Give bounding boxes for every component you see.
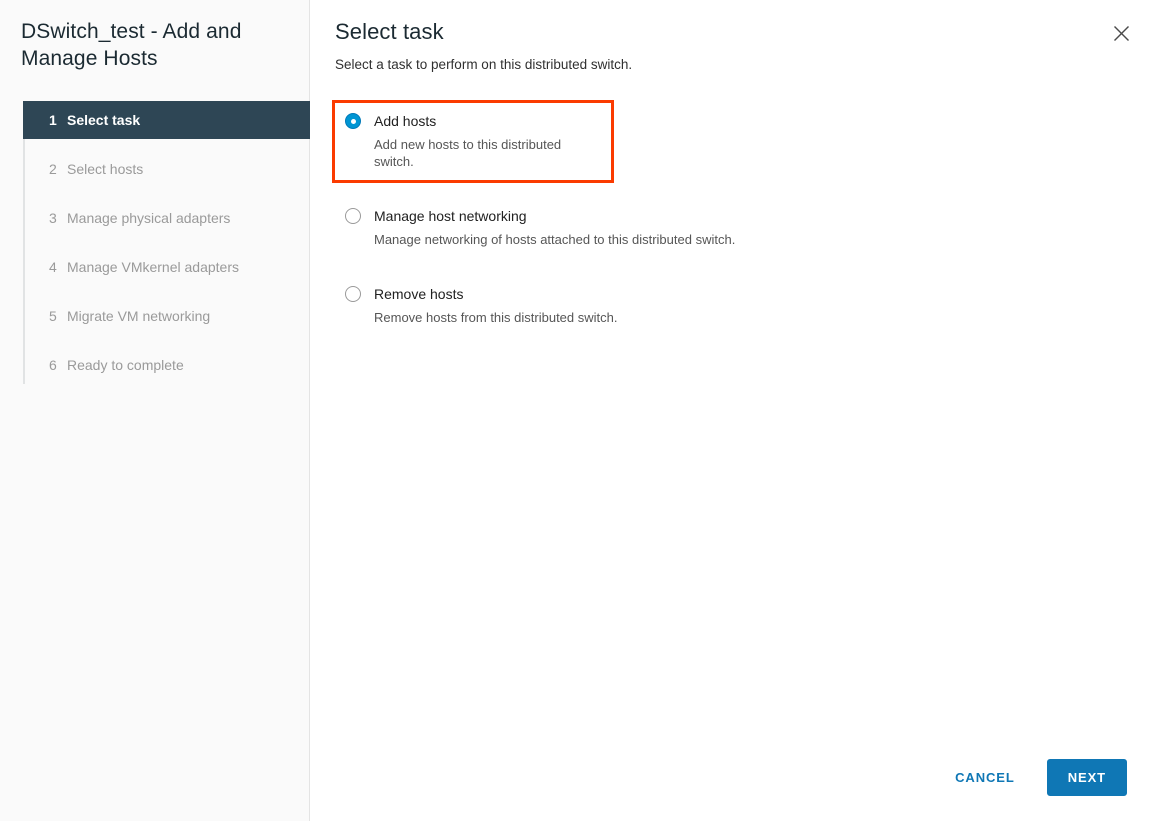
step-label: Select task — [67, 112, 140, 128]
option-add-hosts[interactable]: Add hosts Add new hosts to this distribu… — [332, 100, 614, 183]
option-description: Manage networking of hosts attached to t… — [374, 231, 1022, 248]
close-icon[interactable] — [1107, 19, 1135, 47]
step-label: Ready to complete — [67, 357, 184, 373]
task-options-group: Add hosts Add new hosts to this distribu… — [335, 100, 1035, 339]
step-number: 3 — [49, 210, 67, 226]
option-manage-host-networking-row[interactable]: Manage host networking — [345, 207, 1022, 225]
option-description: Remove hosts from this distributed switc… — [374, 309, 1022, 326]
step-number: 6 — [49, 357, 67, 373]
sidebar-step-migrate-vm-networking[interactable]: 5 Migrate VM networking — [25, 297, 310, 335]
wizard-content: Select task Select a task to perform on … — [310, 0, 1150, 821]
wizard-title: DSwitch_test - Add and Manage Hosts — [21, 18, 289, 72]
radio-manage-host-networking[interactable] — [345, 208, 361, 224]
step-label: Select hosts — [67, 161, 143, 177]
sidebar-step-manage-vmkernel-adapters[interactable]: 4 Manage VMkernel adapters — [25, 248, 310, 286]
sidebar-step-select-task[interactable]: 1 Select task — [23, 101, 312, 139]
option-description: Add new hosts to this distributed switch… — [374, 136, 601, 170]
wizard-footer: CANCEL NEXT — [941, 759, 1127, 796]
page-title: Select task — [335, 19, 444, 45]
option-manage-host-networking[interactable]: Manage host networking Manage networking… — [332, 195, 1035, 261]
radio-add-hosts[interactable] — [345, 113, 361, 129]
step-number: 4 — [49, 259, 67, 275]
step-number: 5 — [49, 308, 67, 324]
option-label: Add hosts — [374, 112, 436, 130]
page-subtitle: Select a task to perform on this distrib… — [335, 57, 632, 72]
radio-remove-hosts[interactable] — [345, 286, 361, 302]
wizard-sidebar: DSwitch_test - Add and Manage Hosts 1 Se… — [0, 0, 310, 821]
next-button[interactable]: NEXT — [1047, 759, 1127, 796]
add-manage-hosts-wizard: DSwitch_test - Add and Manage Hosts 1 Se… — [0, 0, 1150, 821]
option-add-hosts-row[interactable]: Add hosts — [345, 112, 601, 130]
option-remove-hosts[interactable]: Remove hosts Remove hosts from this dist… — [332, 273, 1035, 339]
option-label: Manage host networking — [374, 207, 527, 225]
step-number: 1 — [49, 112, 67, 128]
sidebar-step-ready-to-complete[interactable]: 6 Ready to complete — [25, 346, 310, 384]
step-label: Manage physical adapters — [67, 210, 230, 226]
step-label: Manage VMkernel adapters — [67, 259, 239, 275]
step-number: 2 — [49, 161, 67, 177]
sidebar-step-select-hosts[interactable]: 2 Select hosts — [25, 150, 310, 188]
option-label: Remove hosts — [374, 285, 463, 303]
sidebar-step-manage-physical-adapters[interactable]: 3 Manage physical adapters — [25, 199, 310, 237]
wizard-step-list: 1 Select task 2 Select hosts 3 Manage ph… — [23, 101, 310, 384]
cancel-button[interactable]: CANCEL — [941, 761, 1029, 794]
step-label: Migrate VM networking — [67, 308, 210, 324]
option-remove-hosts-row[interactable]: Remove hosts — [345, 285, 1022, 303]
